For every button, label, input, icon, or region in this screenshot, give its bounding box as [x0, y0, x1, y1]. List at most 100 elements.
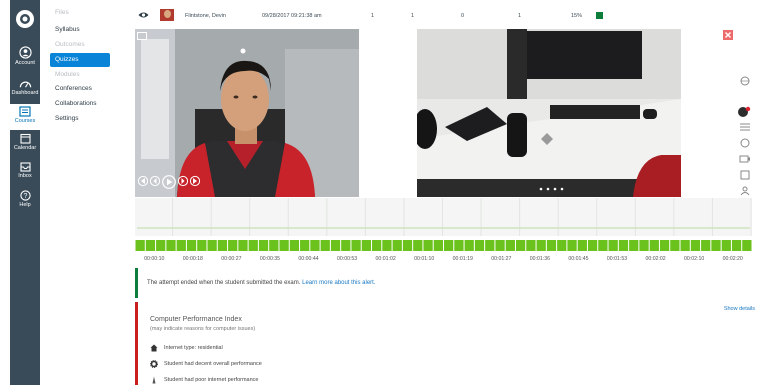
- student-name[interactable]: Flintstone, Devin: [185, 13, 226, 19]
- course-nav-outcomes[interactable]: Outcomes: [50, 38, 115, 52]
- course-nav-quizzes[interactable]: Quizzes: [50, 53, 110, 67]
- timeline-segment[interactable]: [423, 240, 433, 251]
- timeline-segment[interactable]: [742, 240, 752, 251]
- alert-badge-icon[interactable]: [737, 106, 751, 118]
- list-icon[interactable]: [739, 122, 751, 132]
- global-nav-help[interactable]: ? Help: [10, 190, 40, 208]
- timeline-segment[interactable]: [392, 240, 402, 251]
- timeline-segment[interactable]: [413, 240, 423, 251]
- timeline-segment[interactable]: [474, 240, 485, 251]
- timeline-segment[interactable]: [567, 240, 577, 251]
- timeline-segment[interactable]: [320, 240, 330, 251]
- timeline-segment[interactable]: [680, 240, 690, 251]
- timeline-segment[interactable]: [402, 240, 413, 251]
- global-nav-inbox[interactable]: Inbox: [10, 162, 40, 179]
- timeline-segment[interactable]: [618, 240, 629, 251]
- alert-learn-more-link[interactable]: Learn more about this alert.: [302, 280, 375, 286]
- timeline-segment[interactable]: [454, 240, 464, 251]
- timeline-segment[interactable]: [731, 240, 742, 251]
- timeline-segment[interactable]: [269, 240, 279, 251]
- timeline-segment[interactable]: [608, 240, 618, 251]
- timeline-segment[interactable]: [197, 240, 207, 251]
- student-row[interactable]: Flintstone, Devin 09/28/2017 09:21:38 am…: [135, 6, 759, 26]
- perf-item-text: Student had decent overall performance: [164, 361, 262, 367]
- timeline-segment[interactable]: [341, 240, 351, 251]
- global-nav-account[interactable]: Account: [10, 46, 40, 66]
- timeline-segment[interactable]: [587, 240, 598, 251]
- timeline-segment[interactable]: [515, 240, 526, 251]
- timeline-segment[interactable]: [526, 240, 536, 251]
- fast-forward-icon[interactable]: [190, 175, 200, 187]
- timeline-segment[interactable]: [279, 240, 289, 251]
- course-nav-settings[interactable]: Settings: [50, 112, 115, 126]
- timeline-label: 00:01:27: [491, 256, 512, 262]
- timeline-segment[interactable]: [557, 240, 567, 251]
- timeline-segment[interactable]: [598, 240, 608, 251]
- step-forward-icon[interactable]: [178, 175, 188, 187]
- timeline-segment[interactable]: [721, 240, 731, 251]
- person-icon[interactable]: [739, 186, 751, 196]
- webcam-video[interactable]: [135, 29, 359, 197]
- eye-icon[interactable]: [138, 11, 149, 19]
- timeline-segment[interactable]: [701, 240, 711, 251]
- timeline-segment[interactable]: [464, 240, 474, 251]
- timeline-segment[interactable]: [166, 240, 176, 251]
- timeline-segment[interactable]: [176, 240, 186, 251]
- timeline-segment[interactable]: [485, 240, 495, 251]
- timeline-segment[interactable]: [228, 240, 238, 251]
- global-nav-courses[interactable]: Courses: [10, 104, 40, 130]
- building-icon[interactable]: [739, 170, 751, 180]
- course-nav-files[interactable]: Files: [50, 6, 115, 20]
- global-nav-dashboard[interactable]: Dashboard: [10, 78, 40, 96]
- rewind-icon[interactable]: [138, 175, 148, 187]
- step-back-icon[interactable]: [150, 175, 160, 187]
- timeline-segment[interactable]: [145, 240, 156, 251]
- timeline-segment[interactable]: [238, 240, 248, 251]
- close-button[interactable]: [723, 30, 733, 40]
- timeline-segment[interactable]: [505, 240, 515, 251]
- timeline-segment[interactable]: [536, 240, 546, 251]
- course-nav-syllabus[interactable]: Syllabus: [50, 23, 115, 37]
- fullscreen-icon[interactable]: [137, 32, 147, 40]
- global-nav-calendar[interactable]: Calendar: [10, 133, 40, 151]
- timeline-segment[interactable]: [186, 240, 197, 251]
- course-nav-conferences[interactable]: Conferences: [50, 82, 115, 96]
- room-scan-video[interactable]: [417, 29, 681, 197]
- timeline-label: 00:00:27: [221, 256, 242, 262]
- timeline-segment[interactable]: [639, 240, 649, 251]
- timeline-segment[interactable]: [433, 240, 443, 251]
- timeline-segment[interactable]: [711, 240, 721, 251]
- activity-timeline[interactable]: 00:00:10 00:00:18 00:00:27 00:00:35 00:00:44…: [135, 198, 752, 270]
- timeline-segment[interactable]: [300, 240, 310, 251]
- globe-icon[interactable]: [739, 76, 751, 86]
- timeline-segment[interactable]: [330, 240, 341, 251]
- timeline-segment[interactable]: [351, 240, 361, 251]
- timeline-segment[interactable]: [444, 240, 454, 251]
- network-icon[interactable]: [739, 138, 751, 148]
- timeline-segment[interactable]: [361, 240, 372, 251]
- timeline-segment[interactable]: [217, 240, 228, 251]
- timeline-segment[interactable]: [546, 240, 557, 251]
- course-nav-collaborations[interactable]: Collaborations: [50, 97, 115, 111]
- timeline-segment[interactable]: [248, 240, 258, 251]
- timeline-segment[interactable]: [289, 240, 300, 251]
- canvas-logo[interactable]: [10, 8, 40, 30]
- performance-subtitle: (may indicate reasons for computer issue…: [150, 326, 256, 332]
- camera-icon[interactable]: [739, 154, 751, 164]
- timeline-segment[interactable]: [670, 240, 680, 251]
- timeline-segment[interactable]: [577, 240, 587, 251]
- timeline-segment[interactable]: [629, 240, 639, 251]
- timeline-segment[interactable]: [310, 240, 320, 251]
- timeline-segment[interactable]: [495, 240, 505, 251]
- timeline-segment[interactable]: [156, 240, 166, 251]
- timeline-segment[interactable]: [372, 240, 382, 251]
- timeline-segment[interactable]: [135, 240, 145, 251]
- timeline-segment[interactable]: [258, 240, 269, 251]
- course-nav-modules[interactable]: Modules: [50, 68, 115, 82]
- play-icon[interactable]: [162, 175, 176, 189]
- timeline-segment[interactable]: [690, 240, 701, 251]
- timeline-segment[interactable]: [649, 240, 659, 251]
- timeline-segment[interactable]: [207, 240, 217, 251]
- timeline-segment[interactable]: [659, 240, 670, 251]
- timeline-segment[interactable]: [382, 240, 392, 251]
